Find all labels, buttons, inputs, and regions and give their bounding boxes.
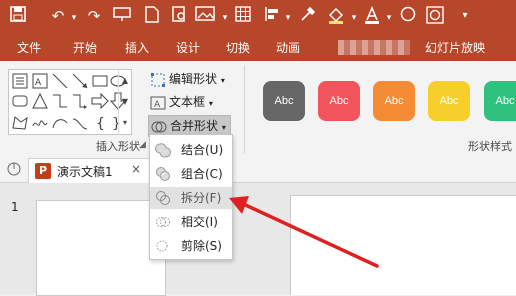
tab-file[interactable]: 文件 [17,39,41,56]
text-box-shape-icon[interactable] [11,72,29,90]
slideshow-icon[interactable] [112,6,132,26]
svg-text:A: A [35,78,42,88]
blurred-tab [338,40,410,55]
group-label-shape-styles: 形状样式 [468,140,512,153]
ribbon-tab-bar: 文件 开始 插入 设计 切换 动画 幻灯片放映 [0,33,516,61]
union-icon [155,142,171,158]
slide-thumbnail[interactable] [36,200,166,296]
slide-number: 1 [11,200,19,214]
menu-item-combine[interactable]: 组合(C) [150,163,232,185]
chevron-down-icon: ▾ [221,123,226,132]
edit-shape-button[interactable]: 编辑形状 ▾ [150,70,225,88]
svg-text:A: A [154,100,161,110]
text-box-button[interactable]: A 文本框 ▾ [150,93,213,111]
rounded-rect-shape-icon[interactable] [11,92,29,110]
intersect-icon [155,214,171,230]
group-label-insert-shapes: 插入形状 [96,140,140,153]
text-box-icon: A [150,95,166,111]
save-icon[interactable] [8,6,28,26]
svg-text:{: { [96,116,105,132]
rectangle-shape-icon[interactable] [91,72,109,90]
arrow-line-shape-icon[interactable] [71,72,89,90]
shape-style-sample[interactable]: Abc [484,81,516,121]
fill-icon[interactable] [326,6,346,26]
shape-style-sample[interactable]: Abc [318,81,360,121]
curve-shape-icon[interactable] [71,114,89,132]
image-icon[interactable] [195,6,215,26]
gallery-scroll-up-icon[interactable]: ▲ [118,70,131,91]
menu-item-subtract[interactable]: 剪除(S) [150,235,232,257]
menu-item-fragment[interactable]: 拆分(F) [150,187,232,209]
combine-icon [155,166,171,182]
circle-icon[interactable] [398,6,418,26]
line-shape-icon[interactable] [51,72,69,90]
align-dropdown-icon[interactable]: ▾ [278,8,298,28]
gallery-scroll-down-icon[interactable]: ▼ [118,91,131,112]
ribbon: A { } ▲ ▼ ▾ 编辑形状 ▾ A 文本框 ▾ 合并形状 ▾ 插入形状 ◢ … [0,61,516,157]
tab-animations[interactable]: 动画 [276,39,300,56]
vertical-text-shape-icon[interactable]: A [31,72,49,90]
annotation-arrow-icon [229,196,379,268]
tab-transitions[interactable]: 切换 [226,39,250,56]
elbow-connector-shape-icon[interactable] [51,92,69,110]
subtract-icon [155,238,171,254]
customize-toolbar-icon[interactable]: ▾ [455,6,475,26]
menu-item-union[interactable]: 结合(U) [150,139,232,161]
shapes-gallery: A { } ▲ ▼ ▾ [8,69,132,135]
document-title: 演示文稿1 [57,165,113,179]
gallery-more-icon[interactable]: ▾ [118,112,131,133]
close-icon[interactable]: × [131,162,141,176]
tab-slideshow[interactable]: 幻灯片放映 [425,39,485,56]
triangle-shape-icon[interactable] [31,92,49,110]
font-color-dropdown-icon[interactable]: ▾ [379,8,399,28]
merge-shapes-icon[interactable] [425,6,445,26]
quick-access-toolbar: ↶ ▾ ↷ ▾ ▾ ▾ ▾ ▾ [0,0,516,33]
document-tab[interactable]: P 演示文稿1 × [28,158,150,183]
powerpoint-icon: P [35,163,51,179]
chevron-down-icon: ▾ [220,76,225,85]
freeform-shape-icon[interactable] [11,114,29,132]
undo-dropdown-icon[interactable]: ▾ [64,8,84,28]
new-file-icon[interactable] [142,6,162,26]
eyedropper-icon[interactable] [298,6,318,26]
elbow-arrow-shape-icon[interactable] [71,92,89,110]
menu-item-intersect[interactable]: 相交(I) [150,211,232,233]
shape-style-sample[interactable]: Abc [373,81,415,121]
tab-insert[interactable]: 插入 [125,39,149,56]
shape-style-sample[interactable]: Abc [428,81,470,121]
redo-icon[interactable]: ↷ [84,6,104,26]
arc-shape-icon[interactable] [51,114,69,132]
merge-shapes-icon [151,119,167,135]
slide-pane-icon[interactable] [6,161,22,180]
dialog-launcher-icon[interactable]: ◢ [139,140,146,150]
right-arrow-shape-icon[interactable] [91,92,109,110]
group-separator [244,65,245,153]
tab-home[interactable]: 开始 [73,39,97,56]
merge-shapes-dropdown: 结合(U) 组合(C) 拆分(F) 相交(I) 剪除(S) [149,134,233,260]
chevron-down-icon: ▾ [208,99,213,108]
grid-icon[interactable] [233,6,253,26]
fill-dropdown-icon[interactable]: ▾ [344,8,364,28]
scribble-shape-icon[interactable] [31,114,49,132]
print-preview-icon[interactable] [170,6,190,26]
image-dropdown-icon[interactable]: ▾ [215,8,235,28]
fragment-icon [155,190,171,206]
shape-style-sample[interactable]: Abc [263,81,305,121]
tab-design[interactable]: 设计 [176,39,200,56]
edit-shape-icon [150,72,166,88]
